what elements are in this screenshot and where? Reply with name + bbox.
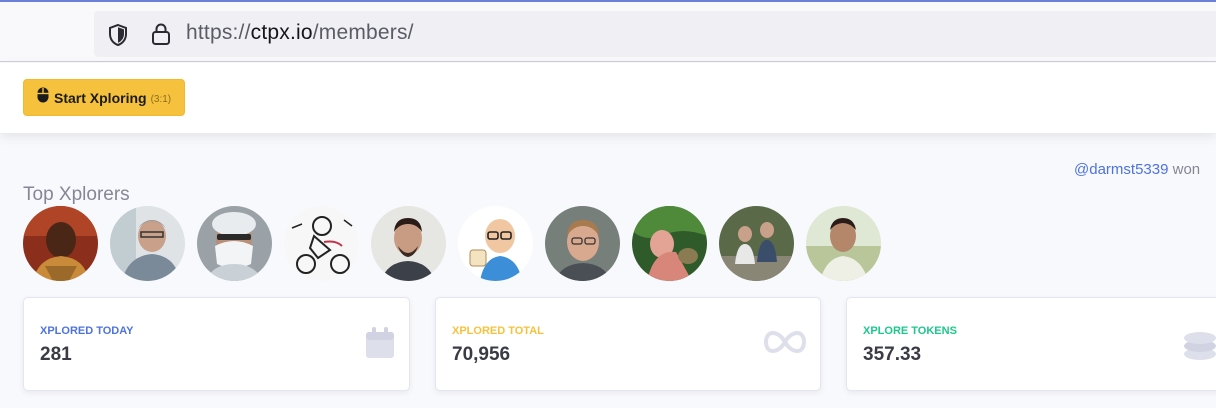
stat-card-xplored-total: XPLORED TOTAL 70,956 bbox=[435, 297, 821, 391]
stat-label: XPLORE TOKENS bbox=[863, 325, 957, 337]
avatar[interactable] bbox=[110, 206, 185, 281]
stat-value: 281 bbox=[40, 344, 72, 365]
coins-icon bbox=[1183, 328, 1216, 367]
start-xploring-label: Start Xploring bbox=[54, 89, 147, 106]
avatar[interactable] bbox=[23, 206, 98, 281]
top-xplorers-avatars bbox=[23, 206, 903, 282]
url-prefix: https:// bbox=[186, 21, 251, 44]
stat-card-xplore-tokens: XPLORE TOKENS 357.33 bbox=[846, 297, 1216, 391]
mouse-icon bbox=[37, 87, 49, 108]
stat-card-xplored-today: XPLORED TODAY 281 bbox=[23, 297, 410, 391]
start-xploring-button[interactable]: Start Xploring (3:1) bbox=[23, 79, 186, 116]
calendar-icon bbox=[364, 326, 396, 365]
url-text: https://ctpx.io/members/ bbox=[186, 21, 414, 45]
browser-toolbar: https://ctpx.io/members/ bbox=[0, 0, 1216, 62]
start-hotkey: (3:1) bbox=[150, 93, 172, 105]
winner-user-link[interactable]: @darmst5339 bbox=[1074, 161, 1168, 178]
url-host: ctpx.io bbox=[250, 21, 313, 44]
top-xplorers-title: Top Xplorers bbox=[23, 184, 130, 205]
winner-announcement: @darmst5339 won bbox=[1074, 161, 1200, 178]
avatar[interactable] bbox=[545, 206, 620, 281]
avatar[interactable] bbox=[458, 206, 533, 281]
avatar[interactable] bbox=[284, 206, 359, 281]
stat-label: XPLORED TOTAL bbox=[452, 325, 544, 337]
avatar[interactable] bbox=[719, 206, 794, 281]
avatar[interactable] bbox=[632, 206, 707, 281]
top-navbar: Start Xploring (3:1) bbox=[0, 63, 1216, 133]
lock-icon[interactable] bbox=[150, 22, 172, 51]
address-bar[interactable]: https://ctpx.io/members/ bbox=[94, 11, 1216, 57]
avatar[interactable] bbox=[197, 206, 272, 281]
infinity-icon bbox=[763, 330, 807, 359]
stat-label: XPLORED TODAY bbox=[40, 325, 134, 337]
winner-text: won bbox=[1172, 161, 1201, 178]
shield-icon[interactable] bbox=[106, 23, 130, 52]
stat-value: 357.33 bbox=[863, 344, 922, 365]
avatar[interactable] bbox=[806, 206, 881, 281]
stat-value: 70,956 bbox=[452, 344, 511, 365]
avatar[interactable] bbox=[371, 206, 446, 281]
url-path: /members/ bbox=[312, 21, 414, 44]
